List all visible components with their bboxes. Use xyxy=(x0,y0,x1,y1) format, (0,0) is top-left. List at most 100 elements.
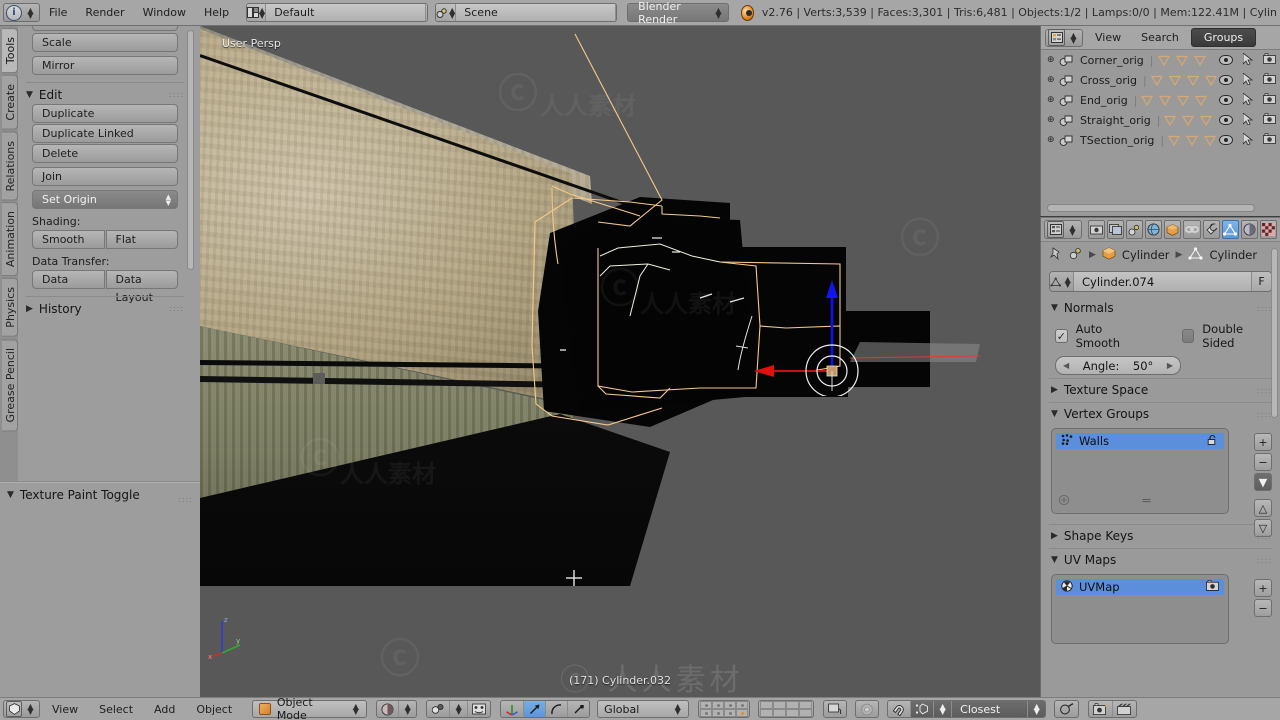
outliner-item-name[interactable]: Cross_orig xyxy=(1080,74,1137,87)
cursor-icon[interactable] xyxy=(1242,51,1254,68)
chevron-updown-icon[interactable]: ▲ ▼ xyxy=(350,701,363,718)
add-screen-layout-button[interactable]: + xyxy=(425,4,428,21)
outliner-menu-view[interactable]: View xyxy=(1087,31,1129,44)
proportional-edit-icon[interactable] xyxy=(856,701,878,717)
material-shading-icon[interactable] xyxy=(377,701,400,717)
tool-scale-button[interactable]: Scale xyxy=(32,33,178,52)
scene-lock-icon[interactable] xyxy=(824,701,846,717)
move-vertex-group-up-button[interactable]: △ xyxy=(1254,499,1272,517)
camera-icon[interactable] xyxy=(1263,113,1276,127)
auto-smooth-checkbox[interactable]: ✓ xyxy=(1055,329,1068,343)
properties-tab-object-data[interactable] xyxy=(1221,220,1239,239)
history-section-header[interactable]: ▶ History :::: xyxy=(26,296,184,316)
duplicate-linked-button[interactable]: Duplicate Linked xyxy=(32,124,178,143)
menu-help[interactable]: Help xyxy=(195,3,238,22)
tab-relations[interactable]: Relations xyxy=(2,131,18,201)
outliner-row[interactable]: ⊕ Cross_orig | xyxy=(1041,70,1280,90)
properties-tab-object[interactable] xyxy=(1164,220,1182,239)
manipulator-toggle-group[interactable] xyxy=(500,700,591,718)
outliner-filter-groups[interactable]: Groups xyxy=(1190,28,1257,47)
manipulator-icon[interactable] xyxy=(501,701,525,717)
rotate-manipulator-button[interactable] xyxy=(546,701,569,717)
remove-vertex-group-button[interactable]: − xyxy=(1254,453,1272,471)
vertex-group-name[interactable]: Walls xyxy=(1079,434,1201,448)
magnet-icon[interactable] xyxy=(888,701,912,717)
view-menu[interactable]: View xyxy=(43,703,87,716)
layer-cell[interactable] xyxy=(760,709,774,717)
properties-tab-material[interactable] xyxy=(1240,220,1258,239)
tab-physics[interactable]: Physics xyxy=(2,278,18,337)
eye-icon[interactable] xyxy=(1219,115,1233,125)
snap-group[interactable]: ▲ ▼ Closest ▲ ▼ xyxy=(887,700,1047,718)
mesh-name-field[interactable]: ▲ ▼ Cylinder.074 F xyxy=(1049,271,1272,292)
layer-cell[interactable] xyxy=(712,701,725,709)
chevron-updown-icon[interactable]: ▲ ▼ xyxy=(671,701,684,718)
app-info-menu-button[interactable]: i ▲ ▼ xyxy=(3,3,40,22)
cursor-icon[interactable] xyxy=(1242,111,1254,128)
normals-section-header[interactable]: ▼ Normals :::: xyxy=(1041,292,1280,317)
data-layout-transfer-button[interactable]: Data Layout xyxy=(105,270,178,304)
tab-tools[interactable]: Tools xyxy=(2,28,18,74)
layer-cell[interactable] xyxy=(786,709,800,717)
transform-orientation-selector[interactable]: Global ▲ ▼ xyxy=(597,700,690,718)
object-menu[interactable]: Object xyxy=(187,703,241,716)
chevron-right-icon[interactable]: ▶ xyxy=(1167,361,1173,370)
properties-tab-modifiers[interactable] xyxy=(1202,220,1220,239)
tool-shelf-scrollbar[interactable] xyxy=(187,30,194,270)
layer-cell[interactable] xyxy=(773,709,787,717)
add-scene-button[interactable]: + xyxy=(615,4,617,21)
layer-cell[interactable] xyxy=(760,701,774,709)
layer-cell[interactable] xyxy=(773,701,787,709)
scene-selector[interactable]: ▲▼ Scene + x xyxy=(435,3,618,22)
cursor-icon[interactable] xyxy=(1242,91,1254,108)
chevron-left-icon[interactable]: ◀ xyxy=(1063,361,1069,370)
list-resize-grip-icon[interactable]: ═ xyxy=(1143,494,1151,509)
layer-cell[interactable] xyxy=(712,709,725,717)
uv-maps-list[interactable]: UVMap xyxy=(1051,574,1229,644)
properties-tab-texture[interactable] xyxy=(1259,220,1277,239)
screen-layout-selector[interactable]: ▲▼ Default + x xyxy=(246,3,429,22)
tab-grease-pencil[interactable]: Grease Pencil xyxy=(2,338,18,432)
duplicate-button[interactable]: Duplicate xyxy=(32,104,178,123)
camera-icon[interactable] xyxy=(1206,580,1219,594)
expand-icon[interactable]: ⊕ xyxy=(1047,55,1059,65)
tool-mirror-button[interactable]: Mirror xyxy=(32,56,178,75)
scale-manipulator-button[interactable] xyxy=(568,701,589,717)
expand-icon[interactable]: ⊕ xyxy=(1047,75,1059,85)
breadcrumb-data-name[interactable]: Cylinder xyxy=(1209,248,1257,262)
scene-value[interactable]: Scene xyxy=(455,4,616,21)
chevron-updown-icon[interactable]: ▲ ▼ xyxy=(399,701,416,717)
shape-keys-section-header[interactable]: ▶ Shape Keys :::: xyxy=(1041,525,1280,545)
cursor-icon[interactable] xyxy=(1242,131,1254,148)
layer-cell[interactable] xyxy=(736,701,749,709)
chevron-updown-icon[interactable]: ▲ ▼ xyxy=(1066,221,1079,238)
outliner-menu-search[interactable]: Search xyxy=(1133,31,1187,44)
transform-manipulator[interactable] xyxy=(740,236,880,396)
delete-button[interactable]: Delete xyxy=(32,144,178,163)
chevron-updown-icon[interactable]: ▲ ▼ xyxy=(24,701,37,718)
render-engine-selector[interactable]: Blender Render ▲ ▼ xyxy=(627,0,729,25)
pin-icon[interactable] xyxy=(1049,246,1063,264)
set-origin-dropdown[interactable]: Set Origin ▲ ▼ xyxy=(32,190,178,209)
camera-icon[interactable] xyxy=(1263,53,1276,67)
eye-icon[interactable] xyxy=(1219,95,1233,105)
auto-smooth-angle-field[interactable]: ◀ Angle: 50° ▶ xyxy=(1055,356,1181,375)
expand-icon[interactable]: ⊕ xyxy=(1047,115,1059,125)
select-menu[interactable]: Select xyxy=(90,703,142,716)
layer-cell[interactable] xyxy=(786,701,800,709)
layer-grid[interactable] xyxy=(700,701,749,717)
render-animation-icon[interactable] xyxy=(1113,701,1136,717)
translate-manipulator-button[interactable] xyxy=(524,701,547,717)
properties-scrollbar[interactable] xyxy=(1271,248,1278,418)
expand-icon[interactable]: ⊕ xyxy=(1047,135,1059,145)
lock-scene-button[interactable] xyxy=(823,700,848,718)
viewport-shading-selector[interactable]: ▲ ▼ xyxy=(376,700,418,718)
uv-map-name[interactable]: UVMap xyxy=(1079,580,1200,594)
properties-tab-world[interactable] xyxy=(1145,220,1163,239)
snap-element-icon[interactable] xyxy=(911,701,935,717)
uv-maps-section-header[interactable]: ▼ UV Maps :::: xyxy=(1041,549,1280,569)
eye-icon[interactable] xyxy=(1219,55,1233,65)
layer-selector-1[interactable] xyxy=(698,700,751,718)
vertex-group-specials-button[interactable]: ▼ xyxy=(1254,473,1272,491)
fake-user-button[interactable]: F xyxy=(1251,272,1271,291)
